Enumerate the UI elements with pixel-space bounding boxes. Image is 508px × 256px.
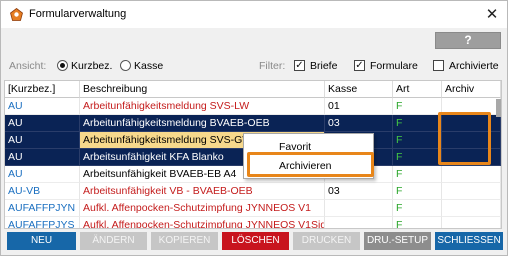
close-dialog-button[interactable]: SCHLIESSEN	[435, 232, 503, 250]
cell-art: F	[393, 200, 442, 217]
table-row[interactable]: AUFAFFPJYS Aufkl. Affenpocken-Schutzimpf…	[5, 217, 501, 228]
cell-archiv	[442, 217, 501, 228]
cell-kurzbez: AU	[5, 166, 80, 183]
cell-art: F	[393, 183, 442, 200]
cell-kurzbez: AUFAFFPJYN	[5, 200, 80, 217]
radio-kurzbez[interactable]	[57, 60, 68, 71]
cell-kurzbez: AUFAFFPJYS	[5, 217, 80, 228]
column-header-art[interactable]: Art	[393, 81, 442, 98]
cell-kasse: 03	[325, 183, 393, 200]
edit-button[interactable]: ÄNDERN	[80, 232, 147, 250]
cell-kurzbez: AU-VB	[5, 183, 80, 200]
print-setup-button[interactable]: DRU.-SETUP	[364, 232, 431, 250]
column-header-kurzbez[interactable]: [Kurzbez.]	[5, 81, 80, 98]
radio-kurzbez-label[interactable]: Kurzbez.	[71, 60, 112, 72]
cell-kasse: 03	[325, 115, 393, 132]
delete-button[interactable]: LÖSCHEN	[222, 232, 289, 250]
cell-art: F	[393, 132, 442, 149]
cell-kurzbez: AU	[5, 115, 80, 132]
print-button[interactable]: DRUCKEN	[293, 232, 360, 250]
annotation-highlight-archivieren	[247, 152, 374, 177]
cell-kurzbez: AU	[5, 132, 80, 149]
title-bar: Formularverwaltung ✕	[1, 1, 507, 28]
window-title: Formularverwaltung	[29, 8, 127, 20]
cell-art: F	[393, 166, 442, 183]
action-button-bar: NEU ÄNDERN KOPIEREN LÖSCHEN DRUCKEN DRU.…	[1, 232, 507, 252]
annotation-highlight-archiv-column	[438, 112, 491, 165]
cell-beschreibung: Aufkl. Affenpocken-Schutzimpfung JYNNEOS…	[80, 217, 325, 228]
column-header-archiv[interactable]: Archiv	[442, 81, 501, 98]
cell-archiv	[442, 166, 501, 183]
cell-kasse	[325, 217, 393, 228]
app-icon	[10, 8, 23, 21]
cell-kasse: 01	[325, 98, 393, 115]
checkbox-briefe-label[interactable]: Briefe	[310, 60, 337, 72]
checkbox-archivierte[interactable]	[433, 60, 444, 71]
table-row[interactable]: AU-VB Arbeitsunfähigkeit VB - BVAEB-OEB …	[5, 183, 501, 200]
cell-archiv	[442, 183, 501, 200]
help-button[interactable]: ?	[435, 32, 501, 49]
cell-art: F	[393, 149, 442, 166]
column-header-beschreibung[interactable]: Beschreibung	[80, 81, 325, 98]
cell-beschreibung: Arbeitsunfähigkeit VB - BVAEB-OEB	[80, 183, 325, 200]
checkbox-archivierte-label[interactable]: Archivierte	[449, 60, 499, 72]
checkbox-briefe[interactable]: ✓	[294, 60, 305, 71]
table-row-selected[interactable]: AU Arbeitunfähigkeitsmeldung BVAEB-OEB 0…	[5, 115, 501, 132]
close-button[interactable]: ✕	[478, 3, 506, 26]
filter-bar: Ansicht: Kurzbez. Kasse Filter: ✓ Briefe…	[1, 57, 507, 75]
cell-art: F	[393, 217, 442, 228]
column-header-kasse[interactable]: Kasse	[325, 81, 393, 98]
checkbox-formulare-label[interactable]: Formulare	[370, 60, 418, 72]
table-row[interactable]: AUFAFFPJYN Aufkl. Affenpocken-Schutzimpf…	[5, 200, 501, 217]
vertical-scrollbar-thumb[interactable]	[496, 99, 501, 117]
formularverwaltung-window: Formularverwaltung ✕ ? Ansicht: Kurzbez.…	[0, 0, 508, 256]
cell-beschreibung: Aufkl. Affenpocken-Schutzimpfung JYNNEOS…	[80, 200, 325, 217]
radio-kasse-label[interactable]: Kasse	[134, 60, 163, 72]
cell-art: F	[393, 115, 442, 132]
cell-archiv	[442, 200, 501, 217]
copy-button[interactable]: KOPIEREN	[151, 232, 218, 250]
cell-beschreibung: Arbeitunfähigkeitsmeldung BVAEB-OEB	[80, 115, 325, 132]
cell-kasse	[325, 200, 393, 217]
cell-kurzbez: AU	[5, 149, 80, 166]
view-label: Ansicht:	[9, 60, 47, 72]
cell-beschreibung: Arbeitunfähigkeitsmeldung SVS-LW	[80, 98, 325, 115]
cell-art: F	[393, 98, 442, 115]
table-row[interactable]: AU Arbeitunfähigkeitsmeldung SVS-LW 01 F	[5, 98, 501, 115]
checkbox-formulare[interactable]: ✓	[354, 60, 365, 71]
radio-kasse[interactable]	[120, 60, 131, 71]
cell-kurzbez: AU	[5, 98, 80, 115]
new-button[interactable]: NEU	[7, 232, 76, 250]
filter-label: Filter:	[259, 60, 286, 72]
